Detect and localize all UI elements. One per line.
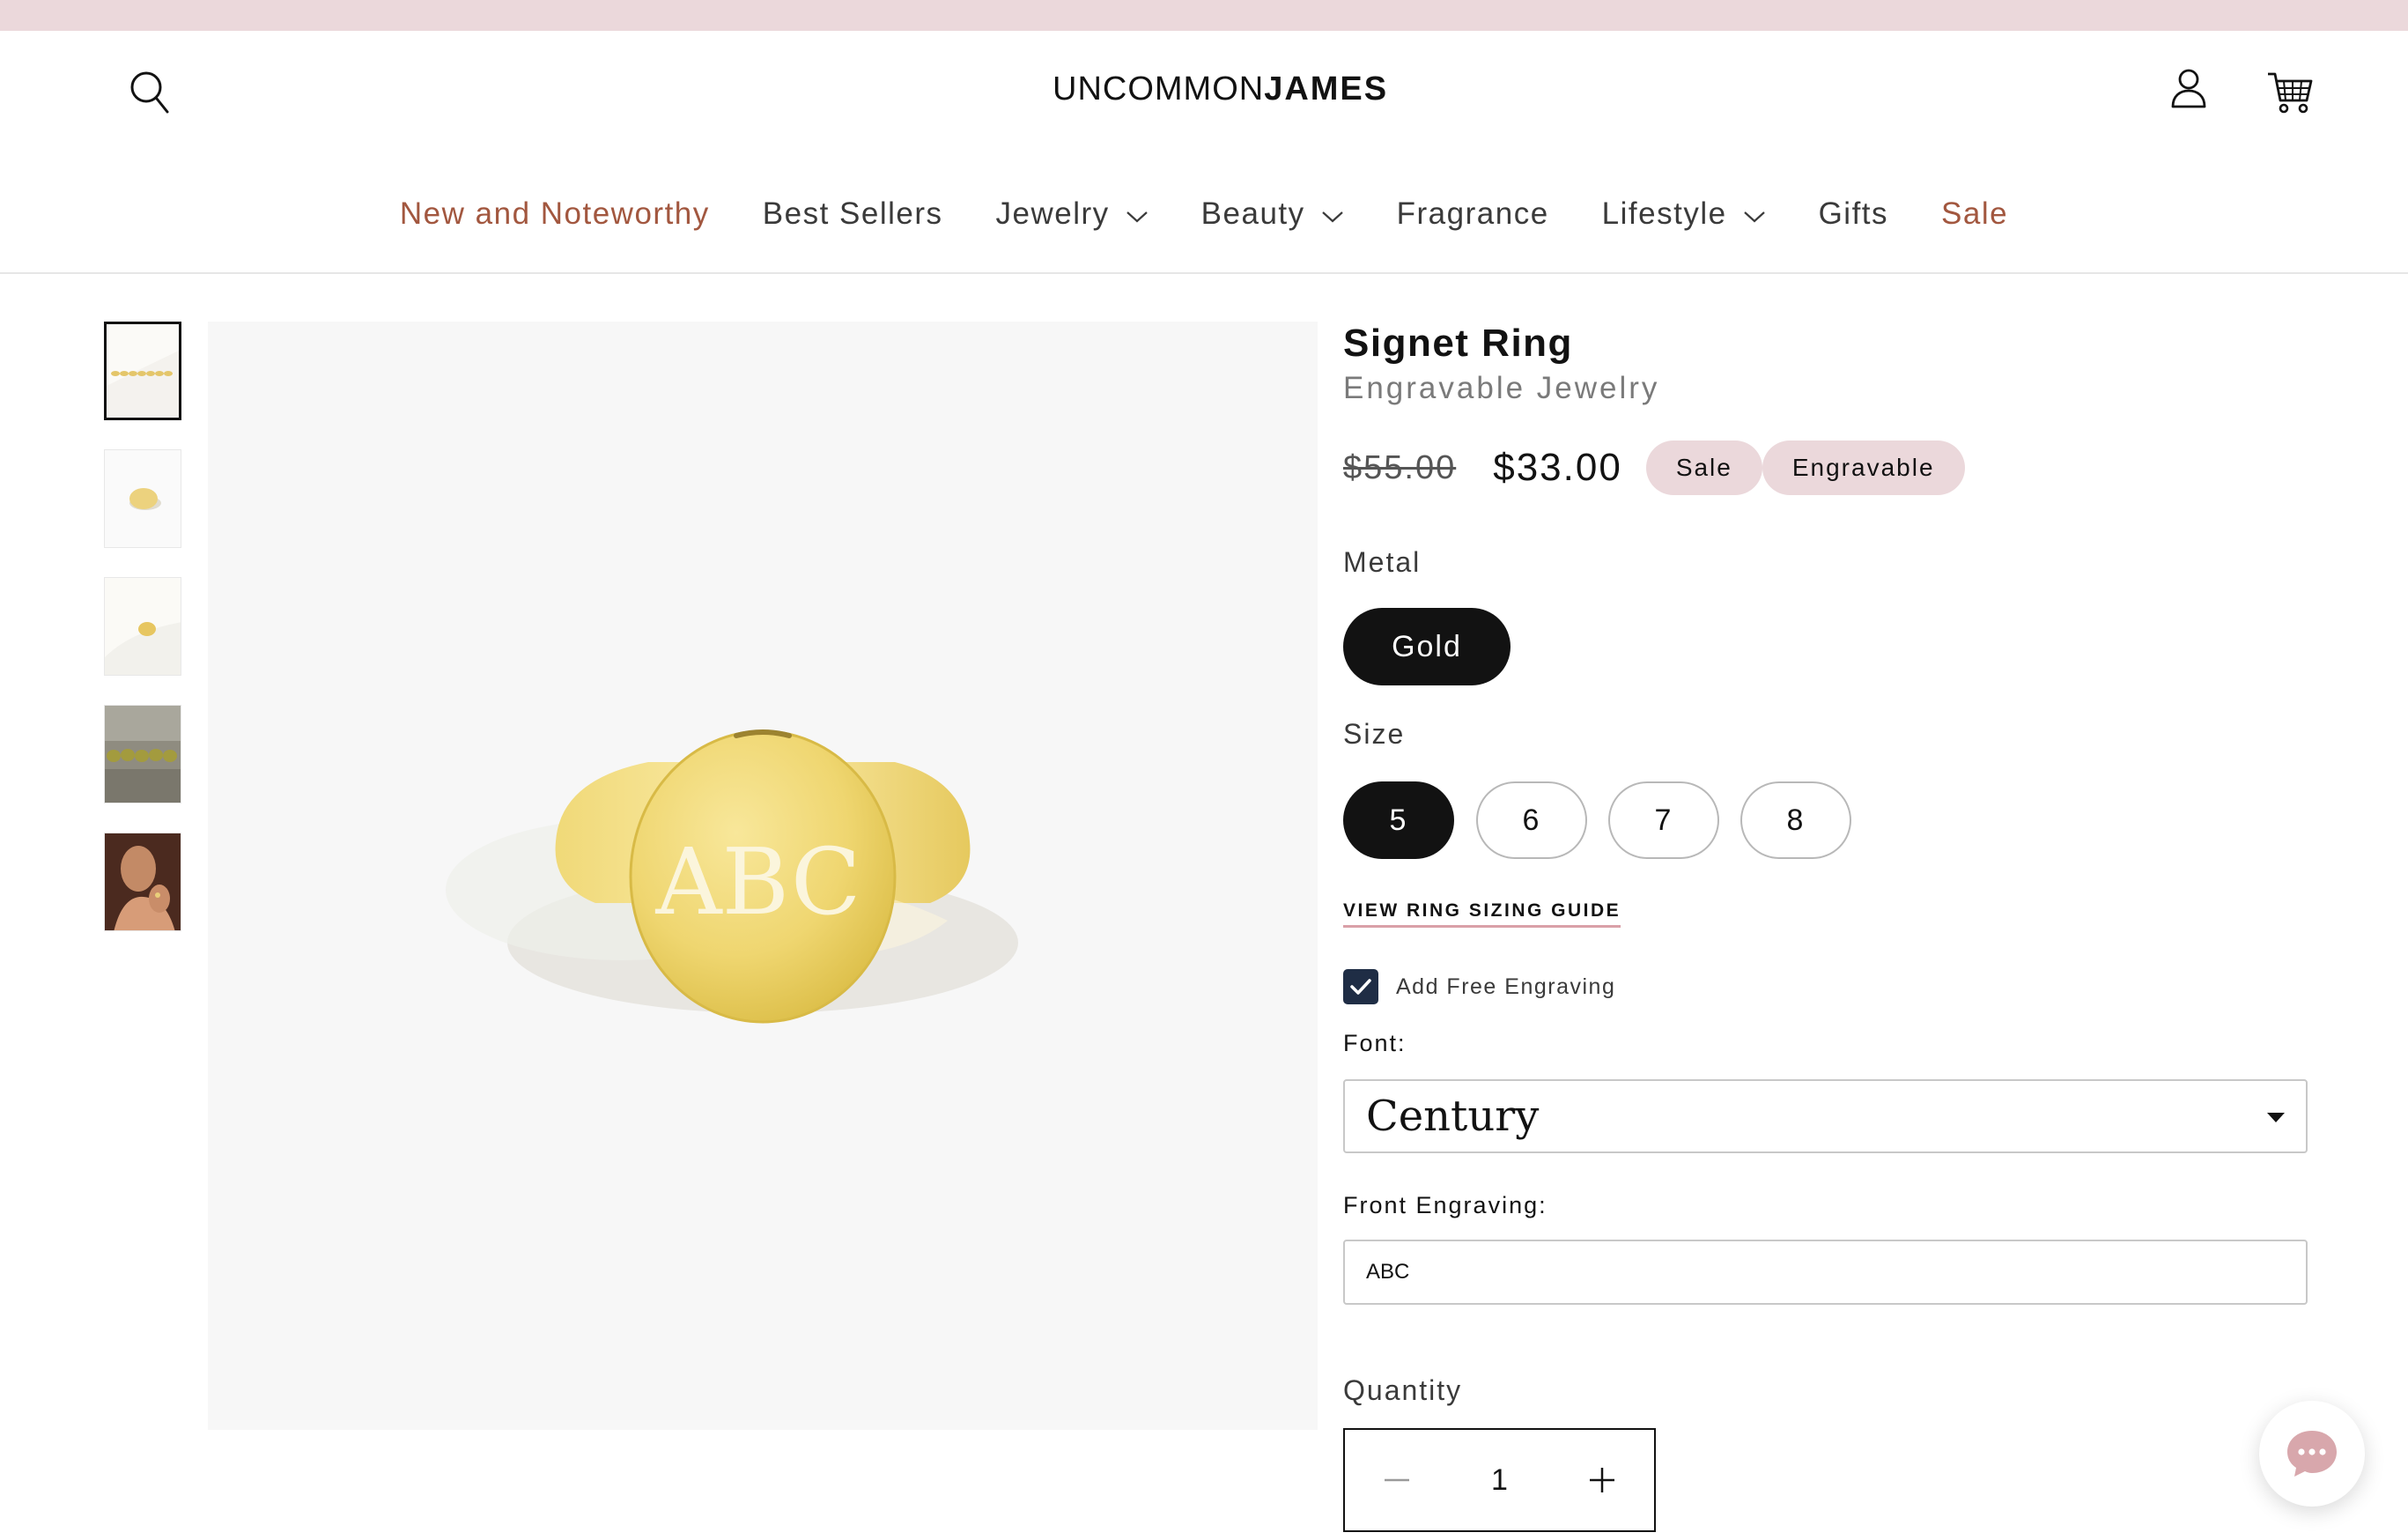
nav-item-label: New and Noteworthy [399, 196, 710, 231]
logo-word-james: JAMES [1264, 70, 1389, 107]
nav-item-label: Lifestyle [1601, 196, 1727, 231]
nav-item-sale[interactable]: Sale [1941, 196, 2008, 232]
nav-item-label: Fragrance [1396, 196, 1549, 231]
thumbnail-1[interactable] [104, 322, 181, 420]
caret-down-icon [2267, 1113, 2285, 1122]
increase-quantity-button[interactable] [1550, 1430, 1654, 1530]
nav-item-label: Sale [1941, 196, 2009, 231]
thumbnail-list [104, 322, 183, 960]
nav-item-label: Beauty [1200, 196, 1305, 231]
quantity-value[interactable]: 1 [1456, 1463, 1544, 1498]
chat-icon [2287, 1431, 2337, 1477]
size-option-6[interactable]: 6 [1476, 781, 1587, 859]
search-button[interactable] [123, 66, 176, 119]
thumbnail-3[interactable] [104, 577, 181, 676]
ring-row-image [105, 706, 181, 803]
nav-item-lifestyle[interactable]: Lifestyle [1602, 196, 1766, 232]
nav-item-new-and-noteworthy[interactable]: New and Noteworthy [400, 196, 710, 232]
product-title: Signet Ring [1343, 322, 1573, 365]
font-select[interactable]: Century [1343, 1079, 2308, 1153]
thumbnail-5[interactable] [104, 833, 181, 931]
nav-item-fragrance[interactable]: Fragrance [1397, 196, 1549, 232]
cart-icon [2268, 72, 2313, 114]
ring-engraving-text: ABC [654, 828, 861, 936]
font-label: Font: [1343, 1030, 1407, 1056]
engraving-checkbox[interactable] [1343, 969, 1378, 1004]
sale-price: $33.00 [1493, 446, 1622, 489]
free-engraving-toggle[interactable]: Add Free Engraving [1343, 969, 1615, 1004]
nav-item-label: Jewelry [995, 196, 1110, 231]
size-option-8[interactable]: 8 [1740, 781, 1851, 859]
front-engraving-input[interactable] [1343, 1240, 2308, 1305]
minus-icon [1385, 1478, 1409, 1482]
quantity-stepper: 1 [1343, 1428, 1656, 1532]
nav-item-best-sellers[interactable]: Best Sellers [763, 196, 943, 232]
ring-row-image [107, 324, 179, 418]
nav-item-label: Gifts [1818, 196, 1889, 231]
chevron-down-icon [1743, 211, 1765, 223]
nav-item-beauty[interactable]: Beauty [1201, 196, 1344, 232]
plus-icon [1590, 1468, 1614, 1492]
signet-ring-image: ABC [446, 729, 1018, 1024]
metal-option-gold[interactable]: Gold [1343, 608, 1511, 685]
nav-item-label: Best Sellers [762, 196, 943, 231]
size-label: Size [1343, 718, 1406, 750]
cart-button[interactable] [2259, 62, 2321, 123]
chat-button[interactable] [2259, 1401, 2365, 1507]
original-price: $55.00 [1343, 448, 1457, 486]
engravable-badge: Engravable [1762, 441, 1965, 495]
metal-label: Metal [1343, 546, 1422, 578]
ring-image [105, 578, 181, 675]
sale-badge: Sale [1645, 441, 1762, 495]
nav-item-jewelry[interactable]: Jewelry [996, 196, 1149, 232]
account-icon [2171, 69, 2206, 108]
quantity-label: Quantity [1343, 1374, 1463, 1406]
front-engraving-label: Front Engraving: [1343, 1192, 1547, 1218]
font-select-value: Century [1366, 1092, 1540, 1141]
product-subtitle: Engravable Jewelry [1343, 371, 1660, 405]
search-icon [130, 71, 169, 114]
size-option-5[interactable]: 5 [1343, 781, 1454, 859]
check-icon [1350, 979, 1371, 995]
site-header: UNCOMMONJAMES New and Noteworthy Best Se… [0, 31, 2408, 274]
brand-logo[interactable]: UNCOMMONJAMES [1053, 70, 1386, 115]
logo-word-uncommon: UNCOMMON [1053, 70, 1265, 107]
ring-image [105, 450, 181, 547]
nav-item-gifts[interactable]: Gifts [1819, 196, 1888, 232]
model-image [105, 833, 181, 930]
chevron-down-icon [1321, 211, 1343, 223]
thumbnail-2[interactable] [104, 449, 181, 548]
announcement-bar [0, 0, 2408, 31]
price-row: $55.00 $33.00 Sale Engravable [1343, 441, 1965, 495]
size-option-7[interactable]: 7 [1608, 781, 1719, 859]
main-product-image[interactable]: ABC [208, 322, 1318, 1430]
chevron-down-icon [1126, 211, 1148, 223]
decrease-quantity-button[interactable] [1345, 1430, 1449, 1530]
account-button[interactable] [2162, 62, 2215, 115]
thumbnail-4[interactable] [104, 705, 181, 803]
ring-sizing-guide-link[interactable]: VIEW RING SIZING GUIDE [1343, 900, 1621, 928]
main-nav: New and Noteworthy Best Sellers Jewelry … [0, 188, 2408, 241]
engraving-checkbox-label: Add Free Engraving [1396, 974, 1616, 999]
